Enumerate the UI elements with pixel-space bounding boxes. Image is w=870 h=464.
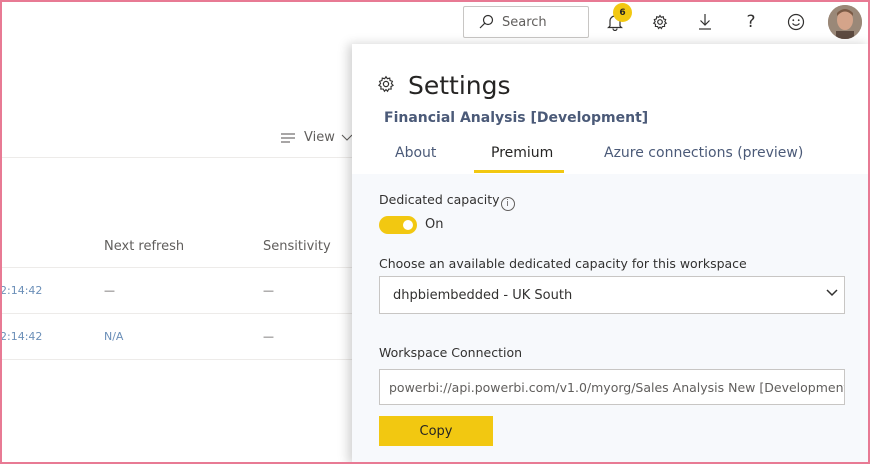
column-header-sensitivity[interactable]: Sensitivity bbox=[263, 239, 331, 254]
avatar[interactable] bbox=[828, 5, 862, 39]
download-icon[interactable] bbox=[695, 12, 715, 32]
chevron-down-icon bbox=[826, 289, 838, 297]
tab-azure-connections[interactable]: Azure connections (preview) bbox=[604, 145, 803, 161]
search-placeholder: Search bbox=[502, 14, 547, 30]
settings-panel: Settings Financial Analysis [Development… bbox=[352, 44, 870, 464]
divider bbox=[0, 313, 352, 314]
table-cell-sensitivity: — bbox=[263, 284, 274, 297]
notification-badge: 6 bbox=[613, 3, 632, 22]
capacity-select[interactable]: dhpbiembedded - UK South bbox=[379, 276, 845, 314]
dedicated-capacity-toggle[interactable] bbox=[379, 216, 417, 234]
tab-premium[interactable]: Premium bbox=[491, 145, 553, 161]
active-tab-indicator bbox=[474, 170, 564, 173]
view-label: View bbox=[304, 130, 335, 145]
divider bbox=[0, 267, 352, 268]
view-button[interactable]: View bbox=[280, 130, 361, 145]
dedicated-capacity-label: Dedicated capacity i bbox=[379, 192, 515, 211]
search-icon bbox=[479, 14, 494, 29]
gear-icon[interactable] bbox=[650, 12, 670, 32]
capacity-selected-value: dhpbiembedded - UK South bbox=[393, 287, 573, 303]
divider bbox=[0, 359, 352, 360]
table-cell-next-refresh: — bbox=[104, 284, 115, 297]
choose-capacity-label: Choose an available dedicated capacity f… bbox=[379, 256, 747, 271]
toggle-state-label: On bbox=[425, 217, 444, 232]
copy-button[interactable]: Copy bbox=[379, 416, 493, 446]
search-box[interactable]: Search bbox=[463, 6, 589, 38]
help-icon[interactable]: ? bbox=[741, 12, 761, 32]
dedicated-capacity-text: Dedicated capacity bbox=[379, 192, 500, 207]
info-icon[interactable]: i bbox=[500, 197, 515, 211]
table-cell-sensitivity: — bbox=[263, 330, 274, 343]
column-header-next-refresh[interactable]: Next refresh bbox=[104, 239, 184, 254]
workspace-connection-field[interactable]: powerbi://api.powerbi.com/v1.0/myorg/Sal… bbox=[379, 369, 845, 405]
workspace-name: Financial Analysis [Development] bbox=[384, 110, 649, 126]
table-cell-time: 2:14:42 bbox=[0, 330, 43, 343]
workspace-connection-value: powerbi://api.powerbi.com/v1.0/myorg/Sal… bbox=[389, 379, 845, 395]
smiley-icon[interactable] bbox=[786, 12, 806, 32]
table-cell-time: 2:14:42 bbox=[0, 284, 43, 297]
tab-about[interactable]: About bbox=[395, 145, 436, 161]
divider bbox=[0, 157, 352, 158]
gear-icon bbox=[378, 75, 394, 93]
panel-title: Settings bbox=[408, 71, 511, 100]
list-icon bbox=[281, 132, 295, 143]
workspace-connection-label: Workspace Connection bbox=[379, 345, 523, 360]
table-cell-next-refresh: N/A bbox=[104, 330, 124, 343]
